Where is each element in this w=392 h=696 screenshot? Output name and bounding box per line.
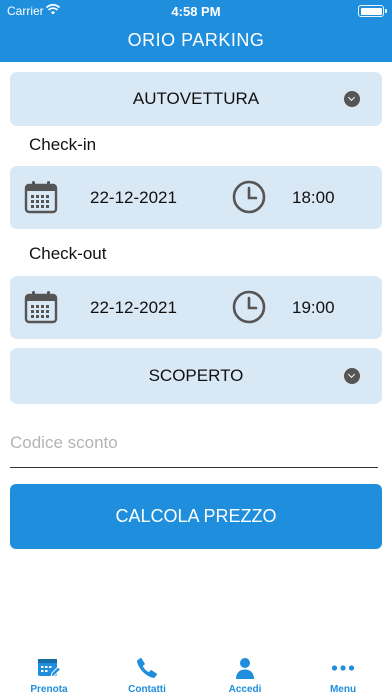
checkin-time[interactable]: 18:00 — [292, 188, 335, 208]
promo-code-input[interactable] — [10, 430, 378, 456]
clock-icon[interactable] — [232, 290, 266, 324]
calculate-price-button[interactable]: CALCOLA PREZZO — [10, 484, 382, 549]
parking-type-select[interactable]: SCOPERTO — [10, 348, 382, 404]
checkout-label: Check-out — [29, 244, 107, 263]
page-title: ORIO PARKING — [127, 30, 265, 50]
chevron-down-icon — [344, 368, 360, 384]
status-bar: Carrier 4:58 PM — [0, 0, 392, 24]
app-header: Carrier 4:58 PM ORIO PARKING — [0, 0, 392, 62]
user-icon — [236, 658, 254, 679]
vehicle-type-select[interactable]: AUTOVETTURA — [10, 72, 382, 126]
tab-bar: Prenota Contatti Accedi Menu — [0, 650, 392, 696]
vehicle-type-value: AUTOVETTURA — [132, 89, 260, 108]
calendar-icon[interactable] — [24, 290, 58, 324]
battery-icon — [358, 5, 387, 17]
chevron-down-icon — [344, 91, 360, 107]
tab-label: Menu — [329, 684, 357, 695]
checkin-date[interactable]: 22-12-2021 — [90, 188, 177, 208]
checkin-row: 22-12-2021 18:00 — [10, 166, 382, 229]
tab-label: Prenota — [30, 684, 68, 695]
checkout-date[interactable]: 22-12-2021 — [90, 298, 177, 318]
status-time: 4:58 PM — [171, 4, 221, 19]
calendar-edit-icon — [38, 659, 61, 678]
phone-icon — [137, 658, 157, 678]
tab-prenota[interactable]: Prenota — [0, 650, 98, 696]
tab-accedi[interactable]: Accedi — [196, 650, 294, 696]
parking-type-value: SCOPERTO — [148, 366, 244, 385]
checkout-time[interactable]: 19:00 — [292, 298, 335, 318]
promo-code-field — [10, 430, 378, 468]
checkin-label: Check-in — [29, 135, 97, 154]
calendar-icon[interactable] — [24, 180, 58, 214]
tab-label: Contatti — [128, 684, 166, 695]
tab-menu[interactable]: Menu — [294, 650, 392, 696]
tab-contatti[interactable]: Contatti — [98, 650, 196, 696]
checkout-row: 22-12-2021 19:00 — [10, 276, 382, 339]
clock-icon[interactable] — [232, 180, 266, 214]
tab-label: Accedi — [228, 684, 262, 695]
more-dots-icon — [331, 665, 355, 671]
